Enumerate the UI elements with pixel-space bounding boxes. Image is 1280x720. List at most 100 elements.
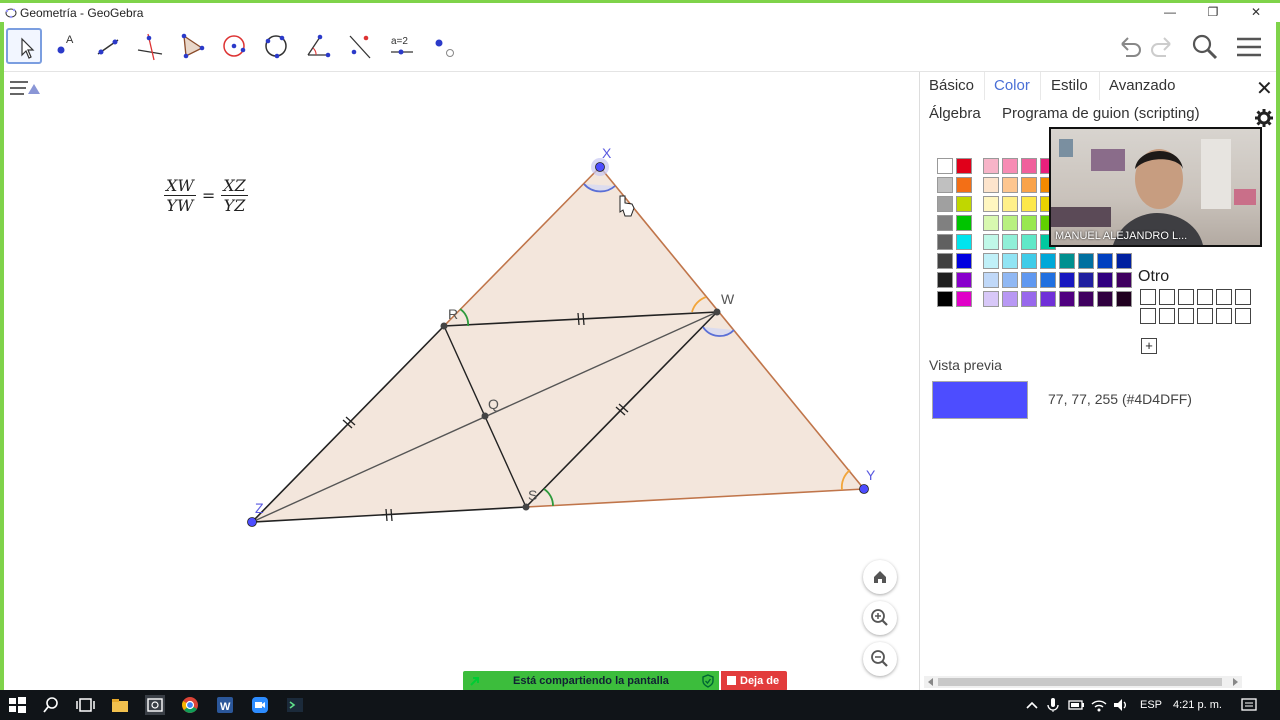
color-swatch[interactable]: [956, 253, 972, 269]
color-swatch[interactable]: [1059, 253, 1075, 269]
style-bar-toggle-icon[interactable]: [4, 72, 44, 104]
color-swatch[interactable]: [937, 272, 953, 288]
color-swatch[interactable]: [956, 215, 972, 231]
color-swatch[interactable]: [1021, 215, 1037, 231]
color-swatch[interactable]: [1002, 253, 1018, 269]
tab-estilo[interactable]: Estilo: [1051, 77, 1088, 94]
zoom-app-icon[interactable]: [250, 695, 270, 715]
color-swatch[interactable]: [1021, 272, 1037, 288]
color-swatch[interactable]: [1078, 272, 1094, 288]
terminal-icon[interactable]: [285, 695, 305, 715]
point-z[interactable]: [247, 517, 257, 527]
add-color-button[interactable]: +: [1141, 338, 1157, 354]
color-swatch[interactable]: [983, 253, 999, 269]
windows-start-icon[interactable]: [7, 695, 27, 715]
undo-icon[interactable]: [1114, 32, 1144, 62]
color-swatch[interactable]: [1021, 253, 1037, 269]
close-panel-icon[interactable]: ✕: [1256, 76, 1273, 101]
microphone-icon[interactable]: [1043, 695, 1063, 715]
custom-color-cell[interactable]: [1140, 289, 1156, 305]
zoom-in-button[interactable]: [863, 601, 897, 635]
tab-avanzado[interactable]: Avanzado: [1109, 77, 1175, 94]
point-x[interactable]: [595, 162, 605, 172]
color-swatch[interactable]: [937, 196, 953, 212]
color-swatch[interactable]: [956, 272, 972, 288]
menu-icon[interactable]: [1234, 32, 1264, 62]
chrome-icon[interactable]: [180, 695, 200, 715]
color-swatch[interactable]: [937, 234, 953, 250]
color-swatch[interactable]: [1002, 215, 1018, 231]
line-tool-icon[interactable]: [90, 28, 126, 64]
slider-tool-icon[interactable]: a=2: [384, 28, 420, 64]
color-swatch[interactable]: [956, 234, 972, 250]
custom-color-cell[interactable]: [1216, 289, 1232, 305]
color-swatch[interactable]: [983, 215, 999, 231]
color-swatch[interactable]: [983, 234, 999, 250]
color-swatch[interactable]: [983, 158, 999, 174]
volume-icon[interactable]: [1111, 695, 1131, 715]
color-swatch[interactable]: [983, 272, 999, 288]
color-swatch[interactable]: [1040, 253, 1056, 269]
color-swatch[interactable]: [1078, 253, 1094, 269]
circle-center-point-tool-icon[interactable]: [216, 28, 252, 64]
language-indicator[interactable]: ESP: [1140, 699, 1162, 711]
color-swatch[interactable]: [1021, 234, 1037, 250]
color-swatch[interactable]: [956, 196, 972, 212]
color-swatch[interactable]: [1002, 196, 1018, 212]
point-r[interactable]: [440, 322, 448, 330]
point-w[interactable]: [713, 308, 721, 316]
custom-color-cell[interactable]: [1140, 308, 1156, 324]
point-tool-icon[interactable]: A: [48, 28, 84, 64]
color-swatch[interactable]: [956, 158, 972, 174]
color-swatch[interactable]: [1021, 177, 1037, 193]
task-view-icon[interactable]: [75, 695, 95, 715]
construction-canvas[interactable]: X W Y R Q S Z: [4, 72, 918, 690]
gear-icon[interactable]: [1254, 108, 1274, 128]
color-swatch[interactable]: [1002, 291, 1018, 307]
home-button[interactable]: [863, 560, 897, 594]
custom-color-cell[interactable]: [1235, 289, 1251, 305]
restore-button[interactable]: ❐: [1193, 3, 1233, 23]
search-icon[interactable]: [1190, 32, 1220, 62]
color-swatch[interactable]: [983, 177, 999, 193]
color-swatch[interactable]: [1021, 196, 1037, 212]
tray-chevron-up-icon[interactable]: [1022, 695, 1042, 715]
angle-tool-icon[interactable]: [300, 28, 336, 64]
color-swatch[interactable]: [1040, 291, 1056, 307]
shield-icon[interactable]: [701, 674, 715, 688]
custom-color-cell[interactable]: [1178, 308, 1194, 324]
color-swatch[interactable]: [1059, 291, 1075, 307]
custom-color-cell[interactable]: [1197, 308, 1213, 324]
redo-icon[interactable]: [1148, 32, 1178, 62]
perpendicular-line-tool-icon[interactable]: [132, 28, 168, 64]
tab-scripting[interactable]: Programa de guion (scripting): [1002, 105, 1200, 122]
tab-algebra[interactable]: Álgebra: [929, 105, 981, 122]
color-swatch[interactable]: [1021, 158, 1037, 174]
color-swatch[interactable]: [937, 291, 953, 307]
clock[interactable]: 4:21 p. m.: [1173, 699, 1222, 711]
wifi-icon[interactable]: [1089, 695, 1109, 715]
color-swatch[interactable]: [1002, 177, 1018, 193]
tab-color[interactable]: Color: [994, 77, 1030, 94]
color-swatch[interactable]: [1021, 291, 1037, 307]
close-button[interactable]: ✕: [1236, 3, 1276, 23]
custom-color-cell[interactable]: [1178, 289, 1194, 305]
color-swatch[interactable]: [1116, 253, 1132, 269]
polygon-tool-icon[interactable]: [174, 28, 210, 64]
move-tool-icon[interactable]: [6, 28, 42, 64]
color-swatch[interactable]: [1097, 253, 1113, 269]
horizontal-scrollbar[interactable]: [924, 676, 1242, 688]
color-swatch[interactable]: [1002, 234, 1018, 250]
color-swatch[interactable]: [937, 158, 953, 174]
color-swatch[interactable]: [983, 196, 999, 212]
custom-color-cell[interactable]: [1159, 289, 1175, 305]
color-swatch[interactable]: [937, 215, 953, 231]
color-swatch[interactable]: [937, 177, 953, 193]
point-s[interactable]: [522, 503, 530, 511]
tab-basico[interactable]: Básico: [929, 77, 974, 94]
custom-color-cell[interactable]: [1197, 289, 1213, 305]
point-q[interactable]: [481, 412, 489, 420]
notifications-icon[interactable]: [1239, 695, 1259, 715]
color-swatch[interactable]: [1059, 272, 1075, 288]
zoom-out-button[interactable]: [863, 642, 897, 676]
